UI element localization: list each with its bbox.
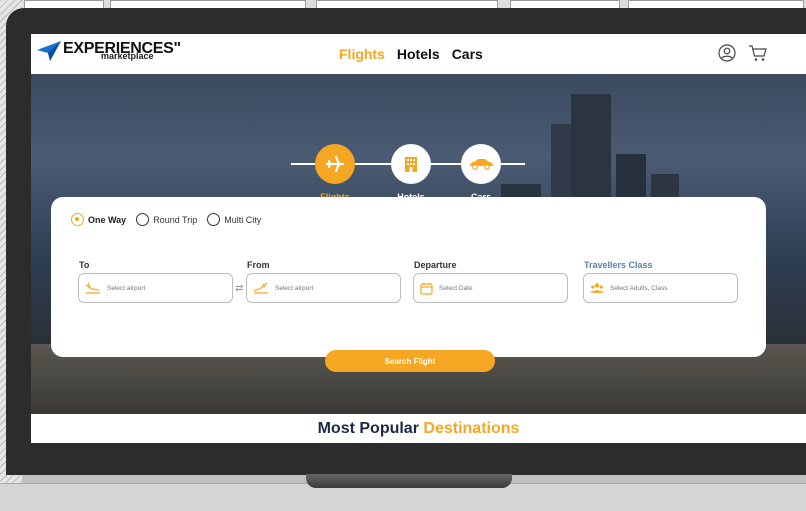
radio-indicator (136, 213, 150, 226)
departure-placeholder: Select Date (439, 284, 473, 292)
user-icon[interactable] (718, 44, 736, 62)
laptop-base (306, 474, 512, 488)
site-header: EXPERIENCES" marketplace Flights Hotels … (31, 34, 806, 74)
departure-date-field[interactable]: Select Date (413, 273, 568, 303)
step-connector (355, 163, 391, 165)
nav-flights[interactable]: Flights (339, 46, 385, 62)
radio-selected-indicator (71, 213, 84, 226)
departure-label: Departure (414, 260, 457, 270)
calendar-icon (420, 282, 433, 295)
radio-label: Round Trip (153, 214, 198, 225)
radio-multi-city[interactable]: Multi City (207, 213, 261, 226)
plane-logo-icon (37, 41, 61, 61)
from-airport-field[interactable]: Select airport (246, 273, 401, 303)
plane-landing-icon (85, 282, 100, 294)
step-connector (431, 163, 461, 165)
radio-label: Multi City (224, 214, 262, 225)
trip-type-options: One Way Round Trip Multi City (71, 213, 261, 226)
booking-steps: Flights Hotels Cars (291, 144, 527, 204)
step-flights[interactable] (315, 144, 355, 184)
from-placeholder: Select airport (275, 284, 314, 292)
logo-subtitle: marketplace (101, 51, 154, 61)
radio-round-trip[interactable]: Round Trip (136, 213, 197, 226)
car-icon (470, 159, 493, 170)
to-placeholder: Select airport (107, 284, 146, 292)
popular-highlight: Destinations (423, 420, 520, 437)
nav-cars[interactable]: Cars (452, 46, 483, 62)
radio-label: One Way (88, 214, 127, 225)
flight-search-card: One Way Round Trip Multi City To Select … (51, 197, 766, 357)
step-hotels[interactable] (391, 144, 431, 184)
website-screen: EXPERIENCES" marketplace Flights Hotels … (31, 34, 806, 443)
cart-icon[interactable] (748, 44, 768, 62)
popular-destinations-heading: Most Popular Destinations (31, 414, 806, 443)
main-nav: Flights Hotels Cars (339, 46, 483, 62)
plane-takeoff-icon (253, 282, 268, 294)
popular-prefix: Most Popular (317, 420, 419, 437)
to-airport-field[interactable]: Select airport (78, 273, 233, 303)
radio-one-way[interactable]: One Way (71, 213, 126, 226)
nav-hotels[interactable]: Hotels (397, 46, 440, 62)
to-label: To (79, 260, 90, 270)
step-connector (291, 163, 315, 165)
plane-icon (325, 155, 345, 173)
radio-indicator (207, 213, 221, 226)
people-icon (590, 283, 604, 293)
travellers-placeholder: Select Adults, Class (610, 284, 668, 292)
header-icons (718, 44, 768, 62)
swap-icon[interactable]: ⇄ (235, 283, 243, 294)
hotel-icon (405, 157, 417, 172)
step-cars[interactable] (461, 144, 501, 184)
step-connector (501, 163, 525, 165)
travellers-label: Travellers Class (584, 260, 653, 270)
travellers-class-field[interactable]: Select Adults, Class (583, 273, 738, 303)
search-flight-button[interactable]: Search Flight (325, 350, 495, 372)
from-label: From (247, 260, 270, 270)
